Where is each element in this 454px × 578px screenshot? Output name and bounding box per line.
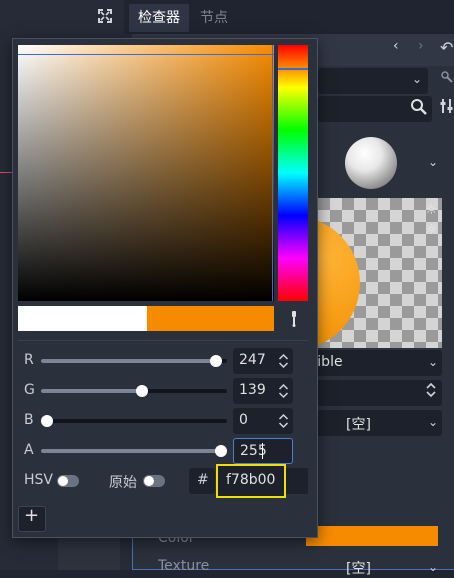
slider-b[interactable] [41, 415, 227, 427]
text-caret [262, 443, 263, 459]
hash-label: # [197, 472, 209, 488]
nav-back-icon[interactable]: ‹ [393, 38, 399, 54]
empty-resource-label: [空] [346, 417, 371, 433]
channel-value-g: 139 [239, 382, 266, 398]
object-tools-icon[interactable] [440, 70, 454, 88]
slider-fill [41, 449, 221, 453]
toggle-knob [58, 476, 68, 486]
chevron-down-icon: ⌄ [428, 355, 439, 369]
numeric-spinbox[interactable] [306, 380, 442, 406]
channel-label-r: R [24, 352, 34, 368]
hsv-label: HSV [24, 472, 53, 488]
channel-value-r: 247 [239, 352, 266, 368]
spin-arrows-icon[interactable] [425, 382, 437, 401]
divider [18, 340, 308, 341]
hue-cursor [278, 68, 308, 70]
slider-fill [41, 359, 216, 363]
tab-node[interactable]: 节点 [191, 4, 237, 32]
spin-arrows-icon[interactable] [278, 413, 289, 430]
resource-picker[interactable] [306, 410, 442, 436]
eyedropper-icon[interactable] [287, 310, 301, 328]
nav-forward-icon[interactable]: › [418, 38, 424, 54]
hsv-toggle[interactable] [57, 475, 79, 487]
previous-color-swatch[interactable] [18, 306, 147, 331]
spin-arrows-icon[interactable] [278, 383, 289, 400]
sv-cursor-vertical [272, 45, 273, 301]
slider-knob[interactable] [215, 445, 227, 457]
plus-icon: + [24, 505, 40, 526]
spinbox-a[interactable]: 255 [233, 438, 293, 464]
chevron-down-icon: ⌄ [428, 415, 439, 429]
hex-input-tail [286, 468, 308, 494]
sv-cursor-horizontal [18, 54, 274, 55]
light-toggle-icon[interactable]: ☼ [425, 202, 438, 218]
viewport-panel [58, 536, 120, 570]
preview-sphere[interactable] [345, 137, 397, 189]
toggle-knob [144, 476, 154, 486]
tab-inspector[interactable]: 检查器 [129, 4, 189, 32]
slider-g[interactable] [41, 385, 227, 397]
channel-label-b: B [24, 412, 34, 428]
dock-tab-bar: 检查器 节点 [124, 0, 454, 34]
tools-icon[interactable] [440, 98, 454, 118]
current-color-swatch [147, 306, 274, 331]
spinbox-g[interactable]: 139 [233, 378, 293, 404]
raw-toggle[interactable] [143, 475, 165, 487]
slider-a[interactable] [41, 445, 227, 457]
chevron-down-icon[interactable]: ⌄ [428, 155, 438, 169]
history-icon[interactable]: ↶ [440, 38, 453, 57]
raw-label: 原始 [109, 475, 137, 491]
color-swatch-button[interactable] [306, 526, 438, 546]
channel-label-a: A [24, 442, 34, 458]
hex-value: f78b00 [226, 472, 276, 488]
channel-value-b: 0 [239, 412, 248, 428]
slider-knob[interactable] [41, 415, 53, 427]
spinbox-r[interactable]: 247 [233, 348, 293, 374]
slider-knob[interactable] [210, 355, 222, 367]
spinbox-b[interactable]: 0 [233, 408, 293, 434]
empty-resource-label[interactable]: [空] [346, 558, 371, 578]
slider-fill [41, 389, 142, 393]
chevron-down-icon: ⌄ [412, 72, 423, 86]
chevron-down-icon[interactable]: ⌄ [428, 560, 438, 574]
saturation-value-picker[interactable] [18, 45, 274, 301]
expand-icon[interactable] [95, 6, 115, 26]
search-icon [410, 98, 428, 116]
light-toggle-icon[interactable]: ☼ [425, 222, 438, 238]
slider-knob[interactable] [136, 385, 148, 397]
hue-slider[interactable] [278, 45, 308, 301]
channel-label-g: G [24, 382, 35, 398]
slider-r[interactable] [41, 355, 227, 367]
viewport-guide-line [0, 172, 12, 173]
texture-property-label: Texture [158, 558, 210, 574]
spin-arrows-icon[interactable] [278, 353, 289, 370]
material-preview-viewport [306, 198, 442, 348]
